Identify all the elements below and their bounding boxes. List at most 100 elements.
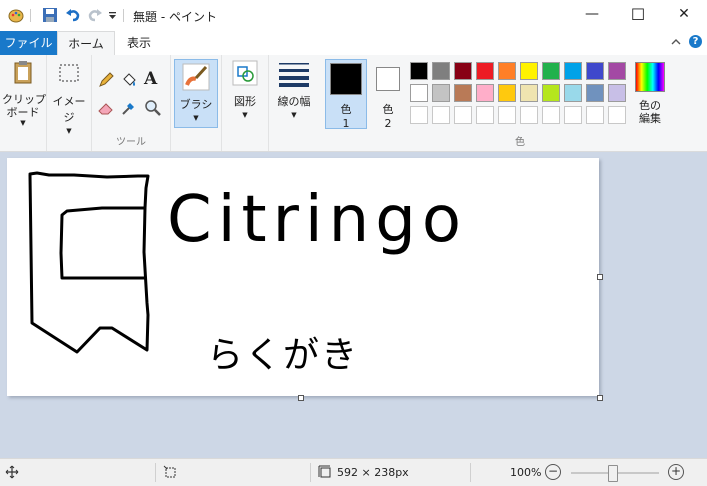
palette-color-swatch[interactable] (432, 106, 450, 124)
save-icon[interactable] (42, 7, 58, 23)
palette-color-swatch[interactable] (410, 62, 428, 80)
maximize-button[interactable]: ☐ (615, 0, 661, 31)
title-bar: 無題 - ペイント — ☐ ✕ (0, 0, 707, 31)
color2-number: 2 (384, 117, 392, 130)
palette-color-swatch[interactable] (608, 84, 626, 102)
palette-color-swatch[interactable] (542, 106, 560, 124)
shapes-button[interactable]: 図形 ▼ (224, 59, 266, 119)
palette-color-swatch[interactable] (586, 62, 604, 80)
color2-swatch (376, 67, 400, 91)
close-button[interactable]: ✕ (661, 0, 707, 31)
palette-color-swatch[interactable] (608, 62, 626, 80)
palette-color-swatch[interactable] (564, 84, 582, 102)
palette-color-swatch[interactable] (432, 62, 450, 80)
help-icon[interactable]: ? (689, 35, 702, 48)
color2-label: 色 (382, 103, 394, 116)
palette-color-swatch[interactable] (520, 106, 538, 124)
customize-toolbar-icon[interactable] (108, 7, 124, 23)
minimize-button[interactable]: — (569, 0, 615, 31)
shapes-label: 図形 (234, 95, 256, 108)
window-title: 無題 - ペイント (133, 10, 217, 24)
image-label: イメージ (52, 95, 86, 124)
palette-color-swatch[interactable] (564, 62, 582, 80)
image-button[interactable]: イメージ ▼ (48, 59, 90, 135)
color2-button[interactable]: 色 2 (368, 59, 408, 130)
selection-size-icon (163, 465, 177, 482)
redo-icon[interactable] (87, 7, 103, 23)
zoom-slider-thumb[interactable] (608, 465, 618, 482)
drawing-canvas[interactable]: Citringo らくがき (7, 158, 599, 396)
ribbon: クリップ ボード ▼ イメージ ▼ A ツール ブラシ ▼ 図形 ▼ 線の幅 ▼… (0, 55, 707, 152)
resize-handle-right[interactable] (597, 274, 603, 280)
ribbon-tabs: ファイル ホーム 表示 ? (0, 31, 707, 57)
palette-color-swatch[interactable] (454, 84, 472, 102)
color1-button[interactable]: 色 1 (325, 59, 367, 130)
status-bar: 592 × 238px 100% − + (0, 458, 707, 486)
edit-colors-button[interactable]: 色の 編集 (632, 59, 668, 125)
color1-number: 1 (342, 117, 350, 130)
clipboard-label: クリップ ボード (2, 93, 46, 119)
select-icon (55, 59, 83, 87)
color1-swatch (330, 63, 362, 95)
brush-group: ブラシ ▼ (171, 55, 222, 151)
tools-group-label: ツール (116, 137, 146, 148)
canvas-area: Citringo らくがき (0, 152, 707, 458)
tab-view[interactable]: 表示 (116, 31, 162, 55)
palette-color-swatch[interactable] (476, 84, 494, 102)
eraser-icon[interactable] (97, 99, 115, 117)
resize-handle-bottom[interactable] (298, 395, 304, 401)
palette-color-swatch[interactable] (608, 106, 626, 124)
undo-icon[interactable] (65, 7, 81, 23)
clipboard-group: クリップ ボード ▼ (0, 55, 47, 151)
line-width-label: 線の幅 (277, 95, 311, 108)
pencil-icon[interactable] (97, 71, 115, 89)
palette-color-swatch[interactable] (542, 62, 560, 80)
palette-color-swatch[interactable] (586, 84, 604, 102)
tab-home[interactable]: ホーム (57, 31, 115, 57)
color1-label: 色 (340, 103, 352, 116)
brush-label: ブラシ (179, 98, 213, 111)
text-tool-icon[interactable]: A (144, 69, 162, 89)
cursor-position-icon (5, 465, 19, 482)
resize-handle-corner[interactable] (597, 395, 603, 401)
colors-group-label: 色 (515, 137, 525, 148)
zoom-out-button[interactable]: − (545, 464, 561, 480)
palette-color-swatch[interactable] (410, 106, 428, 124)
palette-color-swatch[interactable] (542, 84, 560, 102)
line-width-group: 線の幅 ▼ (269, 55, 317, 151)
palette-color-swatch[interactable] (564, 106, 582, 124)
image-size-icon (318, 465, 332, 482)
drawing-subtext: らくがき (207, 335, 360, 376)
tab-file[interactable]: ファイル (0, 31, 57, 55)
palette-color-swatch[interactable] (454, 62, 472, 80)
rainbow-icon (635, 62, 665, 92)
shapes-group: 図形 ▼ (222, 55, 269, 151)
color-picker-icon[interactable] (120, 99, 138, 117)
fill-bucket-icon[interactable] (120, 71, 138, 89)
clipboard-button[interactable]: クリップ ボード ▼ (2, 59, 46, 127)
line-width-icon (277, 59, 311, 87)
paint-app-icon[interactable] (8, 7, 24, 23)
palette-color-swatch[interactable] (586, 106, 604, 124)
image-size-text: 592 × 238px (337, 466, 409, 479)
magnifier-icon[interactable] (144, 99, 162, 117)
palette-color-swatch[interactable] (454, 106, 472, 124)
palette-color-swatch[interactable] (410, 84, 428, 102)
brush-icon (182, 63, 210, 91)
brush-button[interactable]: ブラシ ▼ (174, 59, 218, 128)
palette-color-swatch[interactable] (432, 84, 450, 102)
palette-color-swatch[interactable] (498, 62, 516, 80)
palette-color-swatch[interactable] (520, 84, 538, 102)
palette-color-swatch[interactable] (498, 106, 516, 124)
tools-group: A ツール (92, 55, 171, 151)
palette-color-swatch[interactable] (476, 106, 494, 124)
zoom-in-button[interactable]: + (668, 464, 684, 480)
zoom-level-text: 100% (510, 466, 542, 479)
palette-color-swatch[interactable] (520, 62, 538, 80)
edit-colors-label: 色の 編集 (639, 99, 661, 125)
shapes-icon (231, 59, 259, 87)
palette-color-swatch[interactable] (498, 84, 516, 102)
line-width-button[interactable]: 線の幅 ▼ (272, 59, 316, 119)
palette-color-swatch[interactable] (476, 62, 494, 80)
collapse-ribbon-icon[interactable] (670, 36, 682, 51)
